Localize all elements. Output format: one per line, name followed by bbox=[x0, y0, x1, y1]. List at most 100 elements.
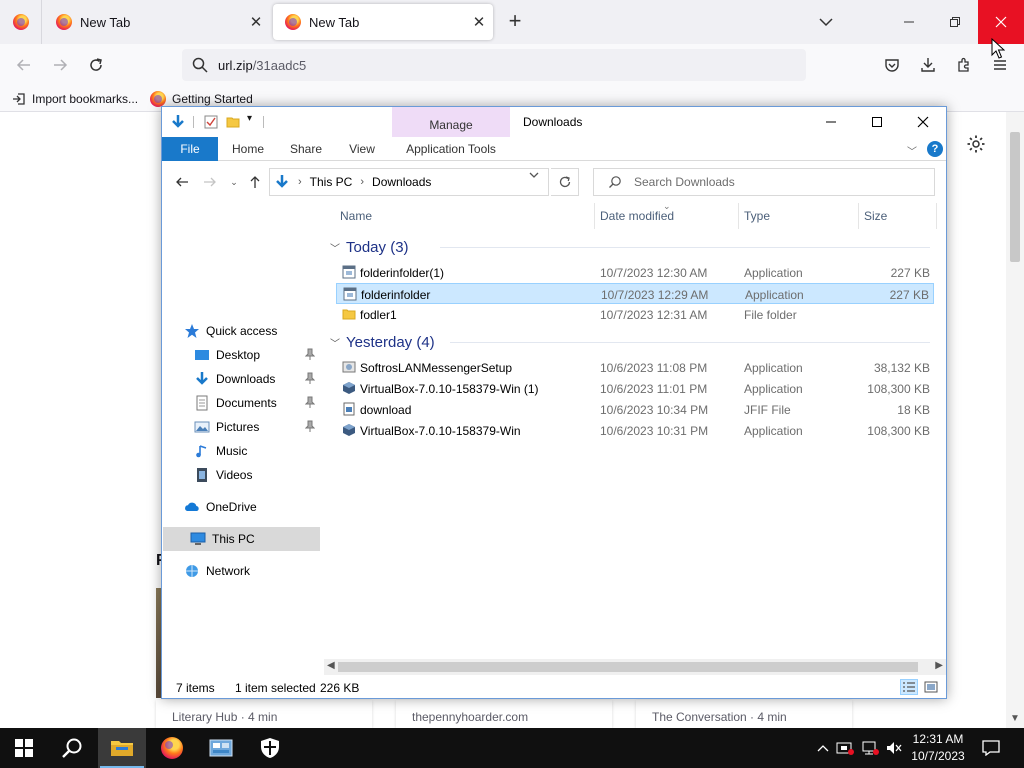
list-all-tabs-button[interactable] bbox=[814, 11, 838, 33]
nav-documents[interactable]: Documents bbox=[194, 391, 351, 415]
file-row[interactable]: VirtualBox-7.0.10-158379-Win 10/6/2023 1… bbox=[336, 420, 934, 441]
nav-pictures[interactable]: Pictures bbox=[194, 415, 351, 439]
bookmark-getting-started[interactable]: Getting Started bbox=[150, 90, 253, 107]
page-scrollbar-thumb[interactable] bbox=[1010, 132, 1020, 262]
tab-file[interactable]: File bbox=[162, 137, 218, 161]
show-hidden-icons-chevron-icon[interactable] bbox=[814, 739, 832, 757]
extensions-button[interactable] bbox=[953, 54, 975, 76]
device-status-icon[interactable] bbox=[836, 739, 854, 757]
file-row[interactable]: SoftrosLANMessengerSetup 10/6/2023 11:08… bbox=[336, 357, 934, 378]
nav-desktop[interactable]: Desktop bbox=[194, 343, 351, 367]
recent-locations-chevron-icon[interactable]: ⌄ bbox=[224, 173, 244, 191]
group-header-yesterday[interactable]: ﹀ Yesterday (4) bbox=[330, 332, 930, 352]
breadcrumb-downloads[interactable]: Downloads bbox=[372, 175, 431, 189]
browser-restore-button[interactable] bbox=[932, 0, 978, 44]
properties-icon[interactable] bbox=[203, 114, 219, 130]
nav-downloads[interactable]: Downloads bbox=[194, 367, 351, 391]
column-divider[interactable] bbox=[738, 203, 739, 229]
taskbar-file-explorer[interactable] bbox=[98, 728, 146, 768]
column-divider[interactable] bbox=[858, 203, 859, 229]
new-tab-button[interactable]: + bbox=[503, 10, 527, 34]
explorer-title-bar[interactable]: ▾ Downloads bbox=[162, 107, 946, 137]
reload-button[interactable] bbox=[84, 53, 108, 77]
help-icon[interactable]: ? bbox=[927, 141, 943, 157]
scroll-down-icon[interactable]: ▼ bbox=[1010, 713, 1020, 724]
tab-application-tools[interactable]: Application Tools bbox=[392, 137, 510, 161]
horizontal-scrollbar-thumb[interactable] bbox=[338, 662, 918, 672]
address-history-chevron-icon[interactable] bbox=[528, 169, 540, 184]
nav-network[interactable]: Network bbox=[184, 559, 341, 583]
back-button[interactable] bbox=[12, 53, 36, 77]
large-icons-view-button[interactable] bbox=[922, 679, 940, 695]
column-type[interactable]: Type bbox=[744, 209, 770, 223]
breadcrumb-separator-icon[interactable]: › bbox=[298, 176, 302, 188]
expand-ribbon-chevron-icon[interactable]: ﹀ bbox=[907, 143, 917, 158]
taskbar-windows-security[interactable] bbox=[246, 728, 294, 768]
url-bar[interactable]: url.zip/31aadc5 bbox=[182, 49, 806, 81]
firefox-view-button[interactable] bbox=[0, 0, 42, 44]
nav-videos[interactable]: Videos bbox=[194, 463, 351, 487]
tab-view[interactable]: View bbox=[336, 137, 388, 161]
tab-close-icon[interactable]: ✕ bbox=[242, 13, 270, 31]
file-row[interactable]: fodler1 10/7/2023 12:31 AM File folder bbox=[336, 304, 934, 325]
pocket-button[interactable] bbox=[881, 54, 903, 76]
scroll-right-icon[interactable]: ▶ bbox=[935, 660, 943, 671]
column-date-modified[interactable]: Date modified bbox=[600, 209, 674, 223]
column-divider[interactable] bbox=[594, 203, 595, 229]
taskbar-search-button[interactable] bbox=[48, 728, 96, 768]
explorer-back-button[interactable] bbox=[172, 173, 192, 191]
taskbar-control-panel[interactable] bbox=[197, 728, 245, 768]
reload-icon bbox=[90, 58, 102, 71]
scroll-left-icon[interactable]: ◀ bbox=[327, 660, 335, 671]
file-row-selected[interactable]: folderinfolder 10/7/2023 12:29 AM Applic… bbox=[336, 283, 934, 304]
refresh-button[interactable] bbox=[551, 168, 579, 196]
file-row[interactable]: download 10/6/2023 10:34 PM JFIF File 18… bbox=[336, 399, 934, 420]
notifications-button[interactable] bbox=[982, 739, 1000, 757]
file-row[interactable]: folderinfolder(1) 10/7/2023 12:30 AM App… bbox=[336, 262, 934, 283]
address-bar[interactable]: › This PC › Downloads bbox=[269, 168, 549, 196]
collapse-chevron-icon[interactable]: ﹀ bbox=[330, 335, 344, 350]
explorer-up-button[interactable] bbox=[245, 173, 265, 191]
page-settings-button[interactable] bbox=[966, 134, 986, 154]
story-card[interactable]: thepennyhoarder.com bbox=[396, 700, 612, 728]
tab-share[interactable]: Share bbox=[280, 137, 332, 161]
collapse-chevron-icon[interactable]: ﹀ bbox=[330, 240, 344, 255]
column-divider[interactable] bbox=[936, 203, 937, 229]
story-card[interactable]: The Conversation · 4 min bbox=[636, 700, 852, 728]
column-name[interactable]: Name bbox=[340, 209, 372, 223]
network-status-icon[interactable] bbox=[861, 739, 879, 757]
forward-button[interactable] bbox=[48, 53, 72, 77]
tab-new-tab-1[interactable]: New Tab ✕ bbox=[44, 4, 270, 40]
horizontal-scrollbar[interactable]: ◀ ▶ bbox=[324, 659, 946, 675]
breadcrumb-this-pc[interactable]: This PC bbox=[310, 175, 353, 189]
new-folder-icon[interactable] bbox=[225, 114, 241, 130]
file-row[interactable]: VirtualBox-7.0.10-158379-Win (1) 10/6/20… bbox=[336, 378, 934, 399]
nav-onedrive[interactable]: OneDrive bbox=[184, 495, 341, 519]
nav-music[interactable]: Music bbox=[194, 439, 351, 463]
customize-toolbar-chevron-icon[interactable]: ▾ bbox=[247, 113, 263, 129]
explorer-ribbon: File Home Share View Application Tools ﹀… bbox=[162, 137, 946, 161]
explorer-minimize-button[interactable] bbox=[808, 107, 854, 137]
group-header-today[interactable]: ﹀ Today (3) bbox=[330, 237, 930, 257]
story-card[interactable]: Literary Hub · 4 min bbox=[156, 700, 372, 728]
breadcrumb-separator-icon[interactable]: › bbox=[360, 176, 364, 188]
nav-quick-access[interactable]: Quick access bbox=[184, 319, 341, 343]
nav-this-pc[interactable]: This PC bbox=[163, 527, 320, 551]
explorer-forward-button[interactable] bbox=[200, 173, 220, 191]
downloads-button[interactable] bbox=[917, 54, 939, 76]
start-button[interactable] bbox=[0, 728, 48, 768]
bookmark-import[interactable]: Import bookmarks... bbox=[12, 92, 138, 106]
search-downloads-input[interactable]: Search Downloads bbox=[593, 168, 935, 196]
details-view-button[interactable] bbox=[900, 679, 918, 695]
column-size[interactable]: Size bbox=[864, 209, 887, 223]
browser-minimize-button[interactable] bbox=[886, 0, 932, 44]
taskbar-clock[interactable]: 12:31 AM 10/7/2023 bbox=[900, 731, 976, 765]
explorer-maximize-button[interactable] bbox=[854, 107, 900, 137]
explorer-close-button[interactable] bbox=[900, 107, 946, 137]
tab-new-tab-2[interactable]: New Tab ✕ bbox=[273, 4, 493, 40]
quick-access-download-icon[interactable] bbox=[170, 114, 186, 130]
page-scrollbar[interactable]: ▼ bbox=[1006, 112, 1024, 728]
tab-home[interactable]: Home bbox=[222, 137, 274, 161]
taskbar-firefox[interactable] bbox=[148, 728, 196, 768]
tab-close-icon[interactable]: ✕ bbox=[465, 13, 493, 31]
